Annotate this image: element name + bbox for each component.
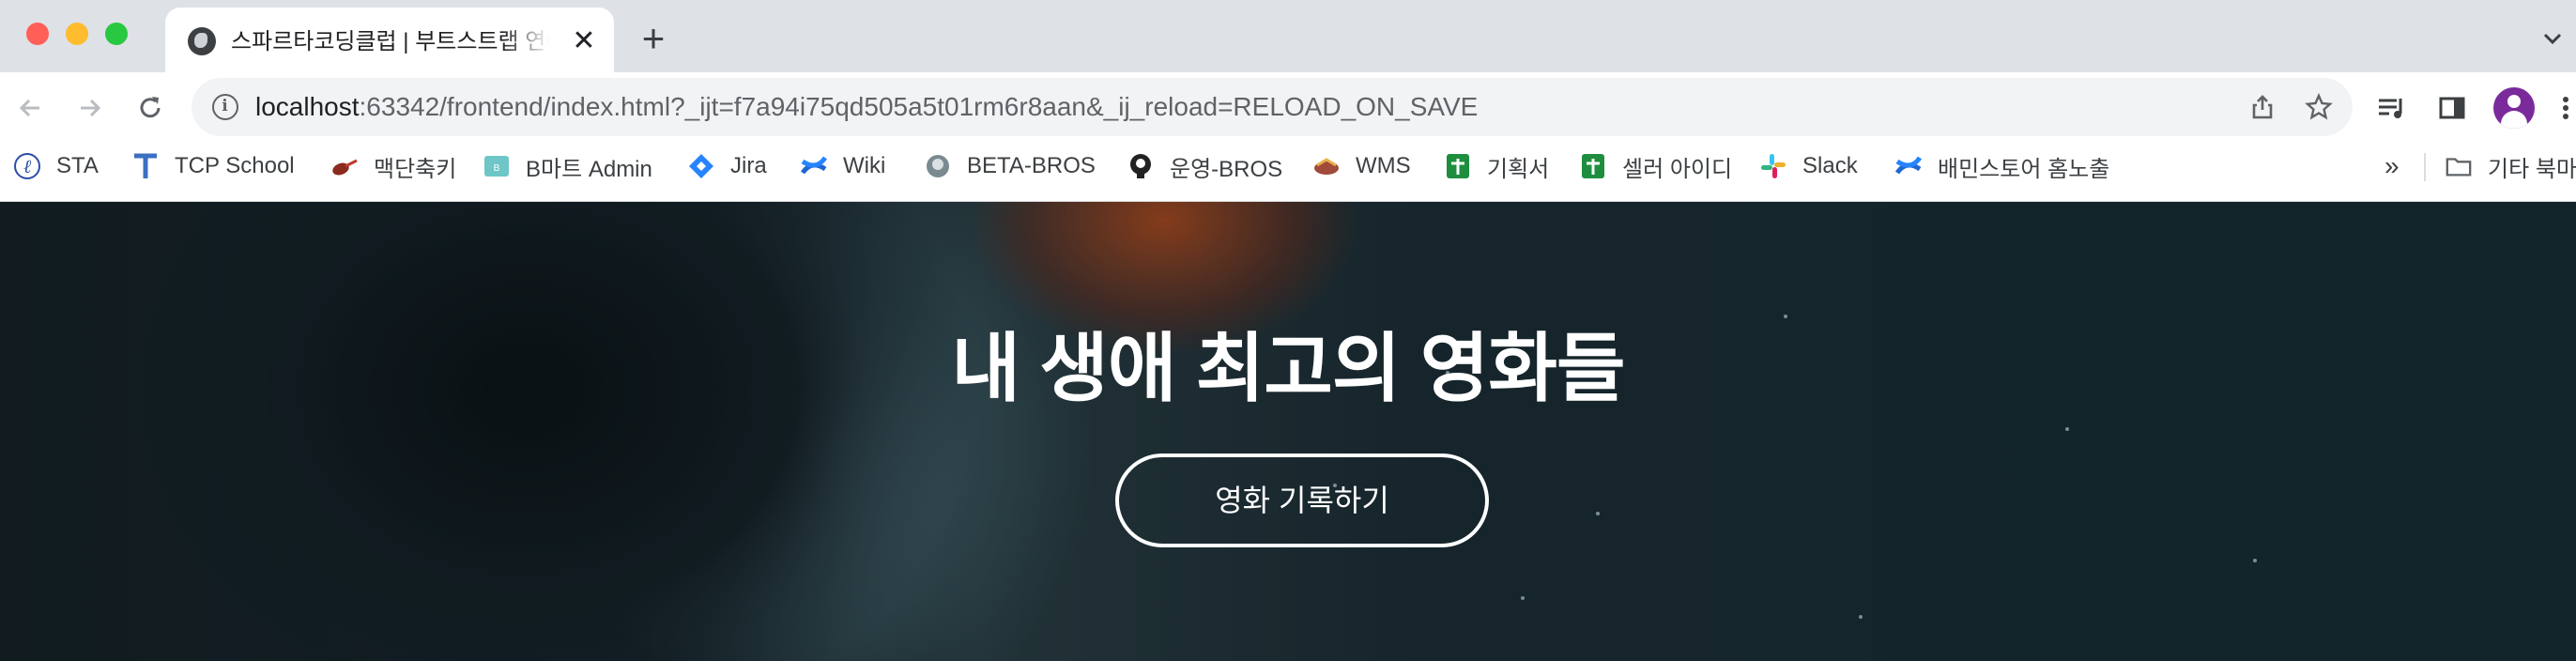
- bookmark-label: 맥단축키: [374, 156, 457, 182]
- bookmark-slack[interactable]: Slack: [1759, 144, 1858, 189]
- jira-icon: [687, 152, 715, 180]
- tab-strip: 스파르타코딩클럽 | 부트스트랩 연습하기 ✕ +: [0, 0, 2576, 72]
- bros-icon: [924, 152, 952, 180]
- bookmark-label: 배민스토어 홈노출: [1938, 156, 2110, 182]
- tab-search-button[interactable]: [2538, 24, 2567, 53]
- close-tab-button[interactable]: ✕: [567, 24, 601, 58]
- info-icon[interactable]: [212, 94, 238, 120]
- bookmark-label: Slack: [1802, 153, 1858, 178]
- url-text[interactable]: localhost:63342/frontend/index.html?_ijt…: [255, 78, 1478, 136]
- bookmark-seller-id[interactable]: 셀러 아이디: [1579, 144, 1732, 189]
- hero-banner: 내 생애 최고의 영화들 영화 기록하기: [0, 202, 2576, 661]
- bookmark-label: WMS: [1356, 153, 1411, 178]
- bookmark-planning-doc[interactable]: 기획서: [1444, 144, 1549, 189]
- bookmark-beta-bros[interactable]: BETA-BROS: [924, 144, 1096, 189]
- bookmarks-overflow-button[interactable]: »: [2384, 144, 2400, 189]
- bookmark-label: TCP School: [175, 153, 295, 178]
- browser-toolbar: localhost:63342/frontend/index.html?_ijt…: [0, 72, 2576, 144]
- bookmark-baemin-store[interactable]: 배민스토어 홈노출: [1894, 144, 2109, 189]
- reload-icon: [140, 97, 161, 118]
- sheets-icon: [1579, 152, 1607, 180]
- slack-icon: [1759, 152, 1787, 180]
- side-panel-icon: [2439, 97, 2465, 119]
- bookmark-ops-bros[interactable]: 운영-BROS: [1127, 144, 1282, 189]
- bookmarks-bar: ℓ STA TCP School 맥단축키 B B마트 Admin Jira W…: [0, 144, 2576, 202]
- side-panel-button[interactable]: [2433, 89, 2471, 127]
- confluence-icon: [1894, 152, 1923, 180]
- bookmark-label: 기타 북마크: [2488, 156, 2576, 182]
- guitar-icon: [330, 152, 359, 180]
- svg-text:ℓ: ℓ: [23, 155, 32, 177]
- media-control-button[interactable]: [2373, 89, 2411, 127]
- back-button[interactable]: [11, 89, 49, 127]
- bookmark-label: 운영-BROS: [1170, 156, 1283, 182]
- bookmark-label: Wiki: [843, 153, 886, 178]
- bookmark-label: 셀러 아이디: [1622, 156, 1733, 182]
- profile-avatar[interactable]: [2493, 87, 2535, 129]
- bookmark-wms[interactable]: WMS: [1312, 144, 1411, 189]
- share-button[interactable]: [2244, 88, 2281, 126]
- bmart-icon: B: [483, 152, 511, 180]
- bookmarks-divider: [2424, 153, 2426, 181]
- bookmark-tcp-school[interactable]: TCP School: [131, 144, 295, 189]
- bookmark-mac-shortcuts[interactable]: 맥단축키: [330, 144, 456, 189]
- other-bookmarks-folder[interactable]: 기타 북마크: [2445, 144, 2576, 189]
- minimize-window-button[interactable]: [66, 23, 88, 45]
- close-window-button[interactable]: [26, 23, 49, 45]
- sheets-icon: [1444, 152, 1472, 180]
- new-tab-button[interactable]: +: [635, 19, 672, 58]
- folder-icon: [2445, 152, 2473, 180]
- kebab-menu-icon: [2563, 97, 2568, 119]
- bookmark-label: B마트 Admin: [526, 156, 652, 182]
- url-path: :63342/frontend/index.html?_ijt=f7a94i75…: [359, 92, 1479, 121]
- bookmark-label: Jira: [730, 153, 767, 178]
- chrome-menu-button[interactable]: [2555, 89, 2576, 127]
- tcp-school-icon: [131, 152, 160, 180]
- confluence-icon: [800, 152, 828, 180]
- star-icon: [2305, 93, 2333, 120]
- bookmark-wiki[interactable]: Wiki: [800, 144, 885, 189]
- bookmark-bmart-admin[interactable]: B B마트 Admin: [483, 144, 652, 189]
- hero-title: 내 생애 최고의 영화들: [951, 327, 1625, 410]
- hero-overlay: [0, 202, 2576, 661]
- share-icon: [2252, 95, 2273, 119]
- arrow-left-icon: [19, 99, 39, 117]
- bookmark-sta[interactable]: ℓ STA: [13, 144, 99, 189]
- playlist-icon: [2379, 99, 2402, 118]
- globe-icon: [188, 27, 216, 55]
- sta-logo-icon: ℓ: [13, 152, 41, 180]
- address-bar[interactable]: localhost:63342/frontend/index.html?_ijt…: [192, 78, 2353, 136]
- bookmark-star-button[interactable]: [2300, 88, 2338, 126]
- wms-icon: [1312, 152, 1341, 180]
- bookmark-label: STA: [56, 153, 99, 178]
- arrow-right-icon: [81, 99, 101, 117]
- chevron-down-icon: [2543, 33, 2562, 45]
- reload-button[interactable]: [131, 89, 169, 127]
- bookmark-label: 기획서: [1487, 156, 1550, 182]
- active-tab[interactable]: 스파르타코딩클럽 | 부트스트랩 연습하기 ✕: [165, 8, 614, 72]
- url-host: localhost: [255, 92, 360, 121]
- tab-title: 스파르타코딩클럽 | 부트스트랩 연습하기: [231, 29, 550, 54]
- bookmark-jira[interactable]: Jira: [687, 144, 767, 189]
- svg-text:B: B: [494, 163, 500, 174]
- maximize-window-button[interactable]: [105, 23, 128, 45]
- bros-dark-icon: [1127, 152, 1155, 180]
- record-movie-button[interactable]: 영화 기록하기: [1115, 453, 1489, 547]
- bookmark-label: BETA-BROS: [967, 153, 1096, 178]
- forward-button[interactable]: [71, 89, 109, 127]
